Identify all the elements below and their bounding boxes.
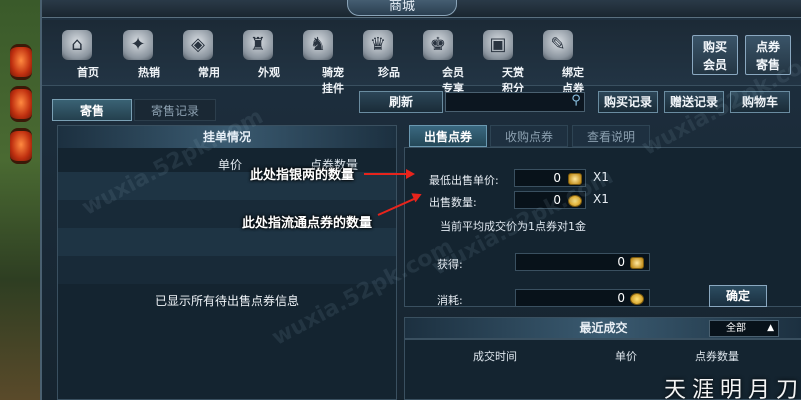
lantern-decoration [10, 86, 32, 122]
category-label: 珍品 [378, 66, 400, 79]
category-home[interactable]: ⌂ 首页 [47, 26, 107, 84]
all-shown-message: 已显示所有待出售点券信息 [154, 294, 299, 308]
listing-row [58, 228, 396, 256]
lantern-decoration [10, 128, 32, 164]
sell-form: 最低出售单价: 0 X1 出售数量: 0 X1 当前平均成交价为1点券对1金 获… [404, 147, 801, 307]
category-label: 热销 [138, 66, 160, 79]
category-common[interactable]: ◈ 常用 [168, 26, 228, 84]
quantity-unit: X1 [593, 192, 609, 206]
col-unit-price: 单价 [218, 158, 243, 172]
consign-tickets-button[interactable]: 点券 寄售 [745, 35, 791, 75]
silver-coin-icon [630, 257, 644, 269]
category-label: 外观 [258, 66, 280, 79]
caret-up-icon: ▲ [767, 323, 774, 333]
listing-row [58, 256, 396, 284]
buy-member-button[interactable]: 购买 会员 [692, 35, 738, 75]
annotation-tickets: 此处指流通点券的数量 [242, 216, 373, 231]
category-bound-tickets[interactable]: ✎ 绑定点券 [528, 26, 588, 95]
search-icon[interactable]: ⚲ [568, 93, 584, 109]
ticket-coin-icon [630, 293, 644, 305]
title-bar: 商城 [42, 0, 801, 18]
recent-deals-header: 最近成交 全部 ▲ [404, 317, 801, 339]
buy-record-button[interactable]: 购买记录 [598, 91, 658, 113]
category-vip[interactable]: ♚ 会员专享 [408, 26, 468, 95]
category-points[interactable]: ▣ 天赏积分 [468, 26, 528, 95]
tab-sell-tickets[interactable]: 出售点券 [409, 125, 487, 147]
cost-label: 消耗: [437, 294, 463, 307]
confirm-button[interactable]: 确定 [709, 285, 767, 307]
filter-value: 全部 [726, 323, 746, 334]
avg-price-note: 当前平均成交价为1点券对1金 [440, 220, 586, 233]
tab-buy-tickets[interactable]: 收购点券 [490, 125, 568, 147]
annotation-silver: 此处指银两的数量 [250, 168, 355, 183]
sell-panel: 出售点券 收购点券 查看说明 最低出售单价: 0 X1 出售数量: 0 X1 当… [404, 125, 801, 400]
col-deal-price: 单价 [615, 350, 637, 363]
category-label: 首页 [77, 66, 99, 79]
category-treasures[interactable]: ♛ 珍品 [348, 26, 408, 84]
quantity-label: 出售数量: [429, 196, 477, 209]
category-mounts[interactable]: ♞ 骑宠挂件 [288, 26, 348, 95]
background-scenery [0, 0, 40, 400]
recent-filter-select[interactable]: 全部 ▲ [709, 320, 779, 337]
min-price-label: 最低出售单价: [429, 174, 499, 187]
search-input[interactable] [445, 92, 585, 112]
cart-button[interactable]: 购物车 [730, 91, 790, 113]
annotation-arrow [364, 173, 408, 175]
shop-window: 商城 ⌂ 首页 ✦ 热销 ◈ 常用 ♜ 外观 ♞ 骑宠挂件 ♛ 珍品 ♚ 会员专… [40, 0, 801, 400]
category-toolbar: ⌂ 首页 ✦ 热销 ◈ 常用 ♜ 外观 ♞ 骑宠挂件 ♛ 珍品 ♚ 会员专享 ▣ [42, 20, 801, 95]
game-logo: 天涯明月刀 [664, 378, 801, 400]
vip-icon: ♚ [423, 30, 453, 60]
category-label: 常用 [198, 66, 220, 79]
treasure-icon: ♛ [363, 30, 393, 60]
lantern-decoration [10, 44, 32, 80]
gift-record-button[interactable]: 赠送记录 [664, 91, 724, 113]
category-hot[interactable]: ✦ 热销 [108, 26, 168, 84]
house-icon: ⌂ [62, 30, 92, 60]
chest-icon: ▣ [483, 30, 513, 60]
tab-help[interactable]: 查看说明 [572, 125, 650, 147]
annotation-arrow-head [406, 169, 415, 179]
listing-panel-title: 挂单情况 [58, 126, 396, 148]
min-price-unit: X1 [593, 170, 609, 184]
ticket-coin-icon [568, 195, 582, 207]
bag-icon: ◈ [183, 30, 213, 60]
ticket-icon: ✎ [543, 30, 573, 60]
gain-label: 获得: [437, 258, 463, 271]
silver-coin-icon [568, 173, 582, 185]
tab-consign[interactable]: 寄售 [52, 99, 132, 121]
robe-icon: ♜ [243, 30, 273, 60]
category-appearance[interactable]: ♜ 外观 [228, 26, 288, 84]
window-title: 商城 [347, 0, 457, 16]
mount-icon: ♞ [303, 30, 333, 60]
tab-consign-record[interactable]: 寄售记录 [134, 99, 216, 121]
category-label: 骑宠挂件 [322, 66, 344, 95]
refresh-button[interactable]: 刷新 [359, 91, 443, 113]
star-icon: ✦ [123, 30, 153, 60]
col-deal-qty: 点券数量 [695, 350, 739, 363]
col-deal-time: 成交时间 [473, 350, 517, 363]
